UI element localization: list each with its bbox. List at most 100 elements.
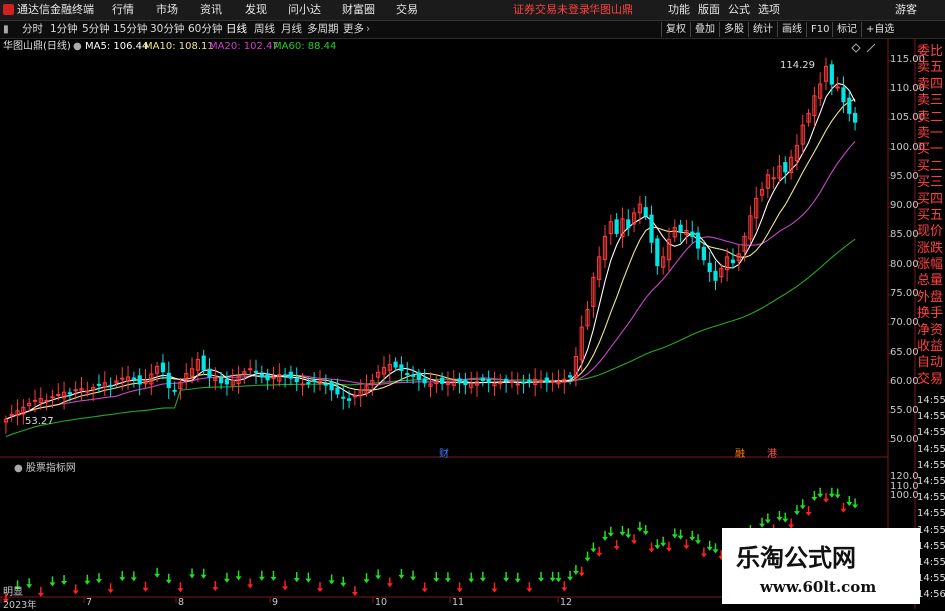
candle-body <box>695 232 701 249</box>
candle-body <box>690 231 695 237</box>
buy-signal-arrow <box>759 517 766 528</box>
sell-signal-arrow <box>561 581 568 592</box>
candle-body <box>73 389 78 392</box>
buy-signal-arrow <box>84 574 91 585</box>
quote-field-label: 买一 <box>917 142 944 158</box>
quote-field-label: 卖二 <box>917 109 944 125</box>
price-tick-label: 55.00 <box>890 405 919 417</box>
buy-signal-arrow <box>223 572 230 583</box>
arrow-head <box>433 578 440 583</box>
trade-time-label: 14:55 <box>917 540 945 552</box>
sell-signal-arrow <box>107 583 114 594</box>
buy-signal-arrow <box>584 551 591 562</box>
sell-signal-arrow <box>805 506 812 517</box>
arrow-head <box>677 535 684 540</box>
trade-time-label: 14:55 <box>917 573 945 585</box>
arrow-head <box>363 579 370 584</box>
sell-signal-arrow <box>142 581 149 592</box>
buy-signal-arrow <box>398 568 405 579</box>
watermark-url: www.60lt.com <box>760 578 877 596</box>
candle-body <box>614 219 619 234</box>
buy-signal-arrow <box>567 570 574 581</box>
time-axis-label: 12 <box>560 597 573 608</box>
event-marker-cai[interactable]: 财 <box>439 445 449 460</box>
arrow-head <box>119 577 126 582</box>
event-marker-rong[interactable]: 融 <box>735 445 745 460</box>
buy-signal-arrow <box>468 572 475 583</box>
arrow-head <box>95 579 102 584</box>
arrow-head <box>165 579 172 584</box>
arrow-head <box>805 512 812 517</box>
sell-signal-arrow <box>596 546 603 557</box>
quote-field-label: 委比 <box>917 44 944 59</box>
indicator-left-text: 明显 <box>3 587 23 598</box>
candle-body <box>335 387 340 395</box>
buy-signal-arrow <box>706 540 713 551</box>
candle-body <box>457 378 462 384</box>
buy-signal-arrow <box>270 570 277 581</box>
arrow-head <box>72 590 79 595</box>
arrow-head <box>613 546 620 551</box>
quote-field-label: 交易 <box>917 371 944 387</box>
quote-field-label: 外盘 <box>917 289 944 305</box>
buy-signal-arrow <box>782 512 789 523</box>
buy-signal-arrow <box>165 573 172 584</box>
arrow-head <box>340 582 347 587</box>
candle-body <box>282 374 288 377</box>
buy-signal-arrow <box>433 572 440 583</box>
candles-group <box>3 57 858 434</box>
candle-body <box>567 375 573 378</box>
arrow-head <box>375 575 382 580</box>
arrow-head <box>177 588 184 593</box>
arrow-head <box>130 577 137 582</box>
candle-body <box>707 262 712 273</box>
trade-time-label: 14:55 <box>917 443 945 455</box>
buy-signal-arrow <box>200 568 207 579</box>
arrow-head <box>596 552 603 557</box>
buy-signal-arrow <box>712 543 719 554</box>
candle-body <box>544 377 549 383</box>
sell-signal-arrow <box>700 547 707 558</box>
buy-signal-arrow <box>258 570 265 581</box>
trade-time-label: 14:55 <box>917 411 945 423</box>
quote-field-label: 卖一 <box>917 125 944 141</box>
buy-signal-arrow <box>793 505 800 516</box>
candle-body <box>50 396 55 399</box>
candle-body <box>160 362 166 373</box>
trade-time-label: 14:55 <box>917 524 945 536</box>
buy-signal-arrow <box>293 572 300 583</box>
arrow-head <box>567 576 574 581</box>
sell-signal-arrow <box>247 578 254 589</box>
arrow-head <box>654 545 661 550</box>
buy-signal-arrow <box>695 534 702 545</box>
buy-signal-arrow <box>601 530 608 541</box>
ma60-line <box>5 238 856 438</box>
arrow-head <box>846 502 853 507</box>
arrow-head <box>706 546 713 551</box>
candle-body <box>137 375 142 385</box>
candle-body <box>509 381 515 384</box>
arrow-head <box>142 587 149 592</box>
buy-signal-arrow <box>811 491 818 502</box>
sell-signal-arrow <box>282 580 289 591</box>
buy-signal-arrow <box>514 572 521 583</box>
buy-signal-arrow <box>363 573 370 584</box>
sell-signal-arrow <box>823 492 830 503</box>
time-axis-label: 10 <box>375 597 388 608</box>
event-marker-gang[interactable]: 港 <box>767 445 777 460</box>
arrow-head <box>584 557 591 562</box>
buy-signal-arrow <box>677 529 684 540</box>
time-axis-label: 7 <box>86 597 93 608</box>
buy-signal-arrow <box>852 498 859 509</box>
quote-field-label: 总量 <box>917 273 944 289</box>
candle-body <box>730 259 736 264</box>
candle-body <box>346 398 352 401</box>
candle-body <box>841 87 846 103</box>
indicator-settings-icon[interactable]: ● <box>14 463 23 474</box>
buy-signal-arrow <box>189 568 196 579</box>
arrow-head <box>555 578 562 583</box>
kline-chart[interactable] <box>0 0 945 609</box>
buy-signal-arrow <box>154 567 161 578</box>
arrow-head <box>189 574 196 579</box>
ma60-polyline <box>5 238 856 438</box>
